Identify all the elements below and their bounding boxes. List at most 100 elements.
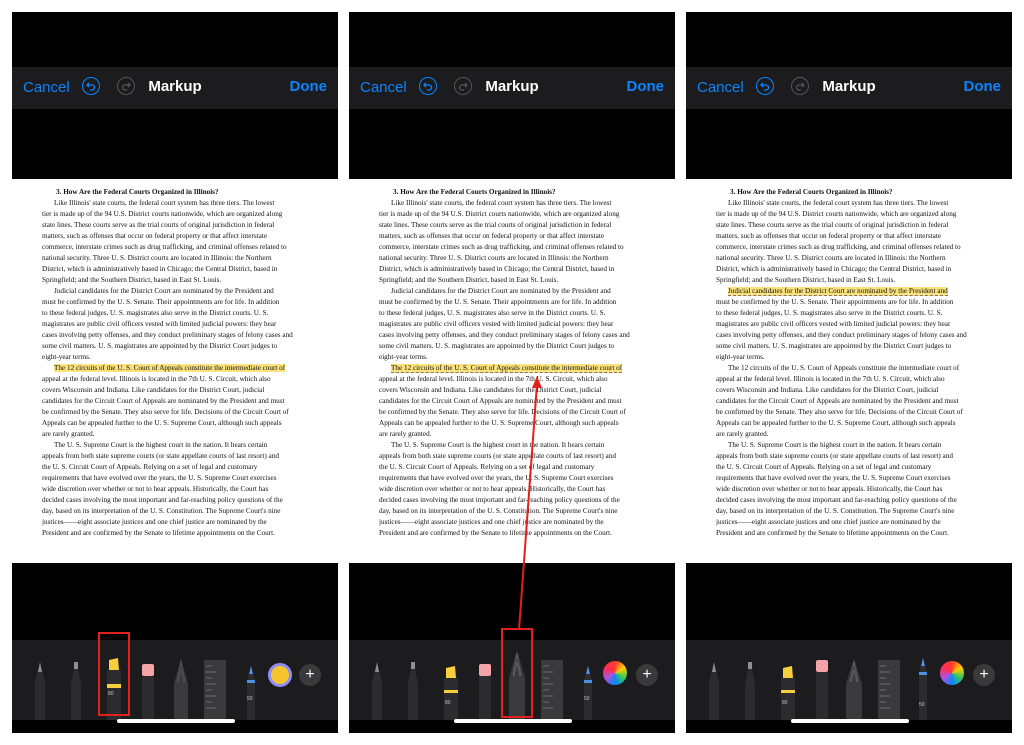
document-line: decided cases involving the most importa… bbox=[716, 495, 1004, 505]
document-line: Appeals can be appealed further to the U… bbox=[716, 418, 1004, 428]
section-heading: 3. How Are the Federal Courts Organized … bbox=[730, 187, 1004, 197]
ruler-icon[interactable] bbox=[878, 656, 900, 720]
markup-screen-2: Cancel Markup Done 3. How Are the Federa… bbox=[349, 12, 675, 733]
lasso-icon[interactable] bbox=[844, 656, 864, 720]
document-line-text: covers Wisconsin and Indiana. Like candi… bbox=[716, 386, 939, 394]
document-line-text: the U. S. Circuit Court of Appeals. Rely… bbox=[42, 463, 258, 471]
color-picker-button[interactable] bbox=[940, 661, 964, 685]
document-line-text: The U. S. Supreme Court is the highest c… bbox=[728, 441, 942, 449]
document-line-text: decided cases involving the most importa… bbox=[716, 496, 957, 504]
document-line: District, which is administratively base… bbox=[42, 264, 330, 274]
document-line: President and are confirmed by the Senat… bbox=[42, 528, 330, 538]
document-line: The U. S. Supreme Court is the highest c… bbox=[54, 440, 330, 450]
pencil-icon[interactable] bbox=[916, 656, 930, 720]
document-line-text: Like Illinois' state courts, the federal… bbox=[728, 199, 949, 207]
home-indicator bbox=[117, 719, 235, 723]
document-line: matters, such as offenses that occur on … bbox=[716, 231, 1004, 241]
document-line: justices——eight associate justices and o… bbox=[716, 517, 1004, 527]
document-line: state lines. These courts serve as the t… bbox=[42, 220, 330, 230]
marker-icon[interactable] bbox=[742, 660, 758, 720]
document-line-text: District, which is administratively base… bbox=[716, 265, 952, 273]
document-line-text: commerce, interstate crimes such as drug… bbox=[716, 243, 961, 251]
ruler-icon[interactable] bbox=[204, 656, 226, 720]
document-line-text: magistrates are public civil officers ve… bbox=[42, 320, 277, 328]
document-line-text: must be confirmed by the U. S. Senate. T… bbox=[42, 298, 280, 306]
document-line: The 12 circuits of the U. S. Court of Ap… bbox=[728, 363, 1004, 373]
document-line-text: matters, such as offenses that occur on … bbox=[42, 232, 268, 240]
document-line: be confirmed by the Senate. They also se… bbox=[42, 407, 330, 417]
document-line: day, based on its interpretation of the … bbox=[716, 506, 1004, 516]
document-line: matters, such as offenses that occur on … bbox=[42, 231, 330, 241]
document-line-text: President and are confirmed by the Senat… bbox=[716, 529, 949, 537]
document-line-text: some civil matters. U. S. magistrates ar… bbox=[716, 342, 952, 350]
document-line-text: justices——eight associate justices and o… bbox=[716, 518, 941, 526]
lasso-icon[interactable] bbox=[172, 656, 190, 720]
document-line-text: The 12 circuits of the U. S. Court of Ap… bbox=[728, 364, 960, 372]
marker-icon[interactable] bbox=[68, 660, 84, 720]
document-line: justices——eight associate justices and o… bbox=[42, 517, 330, 527]
document-line: eight-year terms. bbox=[42, 352, 330, 362]
document-line-text: tier is made up of the 94 U.S. District … bbox=[42, 210, 283, 218]
document-line: commerce, interstate crimes such as drug… bbox=[42, 242, 330, 252]
markup-navbar: Cancel Markup Done bbox=[12, 67, 338, 109]
document-line-text: decided cases involving the most importa… bbox=[42, 496, 283, 504]
document-line-text: day, based on its interpretation of the … bbox=[42, 507, 281, 515]
done-button[interactable]: Done bbox=[290, 78, 328, 95]
document-line-text: state lines. These courts serve as the t… bbox=[42, 221, 275, 229]
document-line: Springfield; and the Southern District, … bbox=[716, 275, 1004, 285]
document-line-text: Springfield; and the Southern District, … bbox=[42, 276, 222, 284]
document-line: are rarely granted. bbox=[716, 429, 1004, 439]
document-line-text: the U. S. Circuit Court of Appeals. Rely… bbox=[716, 463, 932, 471]
document-line: Like Illinois' state courts, the federal… bbox=[728, 198, 1004, 208]
document-line: state lines. These courts serve as the t… bbox=[716, 220, 1004, 230]
done-button[interactable]: Done bbox=[964, 78, 1002, 95]
pencil-icon[interactable] bbox=[244, 664, 258, 720]
eraser-icon[interactable] bbox=[814, 660, 830, 720]
document-line-text: Judicial candidates for the District Cou… bbox=[728, 287, 948, 296]
document-line: appeal at the federal level. Illinois is… bbox=[716, 374, 1004, 384]
pen-icon[interactable] bbox=[32, 660, 48, 720]
home-indicator bbox=[791, 719, 909, 723]
document-line: The U. S. Supreme Court is the highest c… bbox=[728, 440, 1004, 450]
home-indicator bbox=[454, 719, 572, 723]
document-line: candidates for the Circuit Court of Appe… bbox=[716, 396, 1004, 406]
document-line: covers Wisconsin and Indiana. Like candi… bbox=[42, 385, 330, 395]
document-line: District, which is administratively base… bbox=[716, 264, 1004, 274]
document-line-text: candidates for the Circuit Court of Appe… bbox=[716, 397, 959, 405]
add-tool-button[interactable]: + bbox=[973, 664, 995, 686]
document-line: the U. S. Circuit Court of Appeals. Rely… bbox=[42, 462, 330, 472]
document-text: 3. How Are the Federal Courts Organized … bbox=[12, 179, 338, 563]
document-line-text: day, based on its interpretation of the … bbox=[716, 507, 955, 515]
document-line: requirements that have evolved over the … bbox=[716, 473, 1004, 483]
document-line-text: are rarely granted. bbox=[716, 430, 769, 438]
document-line: magistrates are public civil officers ve… bbox=[42, 319, 330, 329]
eraser-icon[interactable] bbox=[140, 664, 156, 720]
document-line-text: 3. How Are the Federal Courts Organized … bbox=[730, 188, 893, 196]
document-line-text: must be confirmed by the U. S. Senate. T… bbox=[716, 298, 954, 306]
pencil-width-label: 50 bbox=[247, 696, 253, 702]
document-line-text: requirements that have evolved over the … bbox=[716, 474, 951, 482]
document-line: must be confirmed by the U. S. Senate. T… bbox=[716, 297, 1004, 307]
document-line: decided cases involving the most importa… bbox=[42, 495, 330, 505]
pencil-width-label: 50 bbox=[919, 702, 925, 708]
document-page: 3. How Are the Federal Courts Organized … bbox=[12, 179, 338, 563]
document-line-text: be confirmed by the Senate. They also se… bbox=[42, 408, 289, 416]
document-line-text: eight-year terms. bbox=[716, 353, 765, 361]
document-line: national security. Three U. S. District … bbox=[716, 253, 1004, 263]
document-line-text: Appeals can be appealed further to the U… bbox=[716, 419, 956, 427]
document-line: requirements that have evolved over the … bbox=[42, 473, 330, 483]
document-text: 3. How Are the Federal Courts Organized … bbox=[686, 179, 1012, 563]
highlighter-icon[interactable] bbox=[778, 664, 798, 720]
document-line-text: justices——eight associate justices and o… bbox=[42, 518, 267, 526]
document-line-text: cases involving petty offenses, and they… bbox=[42, 331, 293, 339]
document-line-text: commerce, interstate crimes such as drug… bbox=[42, 243, 287, 251]
document-line-text: cases involving petty offenses, and they… bbox=[716, 331, 967, 339]
add-tool-button[interactable]: + bbox=[299, 664, 321, 686]
pen-icon[interactable] bbox=[706, 660, 722, 720]
document-line-text: appeal at the federal level. Illinois is… bbox=[42, 375, 271, 383]
document-line: to these federal judges, U. S. magistrat… bbox=[42, 308, 330, 318]
document-line-text: President and are confirmed by the Senat… bbox=[42, 529, 275, 537]
document-line: day, based on its interpretation of the … bbox=[42, 506, 330, 516]
color-picker-button[interactable] bbox=[268, 663, 292, 687]
document-line: eight-year terms. bbox=[716, 352, 1004, 362]
